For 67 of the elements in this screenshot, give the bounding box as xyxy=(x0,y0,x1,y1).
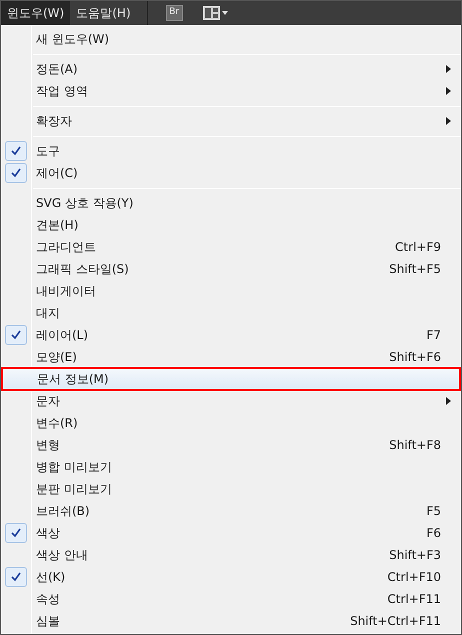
menu-item[interactable]: 제어(C) xyxy=(1,162,461,184)
menu-item[interactable]: 내비게이터 xyxy=(1,280,461,302)
menu-item[interactable]: 문서 정보(M) xyxy=(2,368,460,390)
menu-item-label: 문자 xyxy=(36,393,60,410)
menu-item-label: 모양(E) xyxy=(36,349,77,366)
menu-item[interactable]: 병합 미리보기 xyxy=(1,456,461,478)
menu-item[interactable]: 도구 xyxy=(1,140,461,162)
menu-item[interactable]: 브러쉬(B) F5 xyxy=(1,500,461,522)
menu-item-label: 병합 미리보기 xyxy=(36,459,112,476)
menu-item[interactable]: 속성 Ctrl+F11 xyxy=(1,588,461,610)
menu-bar-item[interactable]: 도움말(H) xyxy=(70,1,137,25)
menu-item[interactable]: 대지 xyxy=(1,302,461,324)
shortcut-label: Shift+F5 xyxy=(389,261,441,278)
shortcut-label: Shift+F8 xyxy=(389,437,441,454)
menu-item[interactable]: 그라디언트 Ctrl+F9 xyxy=(1,236,461,258)
shortcut-label: Shift+F3 xyxy=(389,547,441,564)
menu-item[interactable]: 색상 F6 xyxy=(1,522,461,544)
menu-item-label: 그라디언트 xyxy=(36,239,96,256)
menu-item-label: 변형 xyxy=(36,437,60,454)
menu-item[interactable]: 견본(H) xyxy=(1,214,461,236)
menu-item-label: 변수(R) xyxy=(36,415,78,432)
shortcut-label: Ctrl+F11 xyxy=(387,591,441,608)
shortcut-label: Shift+Ctrl+F11 xyxy=(350,613,441,630)
shortcut-label: F6 xyxy=(426,525,441,542)
menu-item-label: 작업 영역 xyxy=(36,83,88,100)
menu-bar-item[interactable]: 윈도우(W) xyxy=(1,1,70,25)
menu-item[interactable]: 심볼 Shift+Ctrl+F11 xyxy=(1,610,461,632)
menu-item-label: 확장자 xyxy=(36,113,72,130)
shortcut-label: Ctrl+F10 xyxy=(387,569,441,586)
menu-item-label: 내비게이터 xyxy=(36,283,96,300)
shortcut-label: F5 xyxy=(426,503,441,520)
menu-item-label: 정돈(A) xyxy=(36,61,78,78)
menu-item[interactable]: 변수(R) xyxy=(1,412,461,434)
shortcut-label: F7 xyxy=(426,327,441,344)
menu-item[interactable]: 정돈(A) xyxy=(1,58,461,80)
menu-item[interactable]: 선(K) Ctrl+F10 xyxy=(1,566,461,588)
menu-item-label: 대지 xyxy=(36,305,60,322)
menu-item-label: 그래픽 스타일(S) xyxy=(36,261,129,278)
menu-item[interactable]: 그래픽 스타일(S) Shift+F5 xyxy=(1,258,461,280)
menu-item-label: 분판 미리보기 xyxy=(36,481,112,498)
shortcut-label: Shift+F6 xyxy=(389,349,441,366)
menu-item-label: 새 윈도우(W) xyxy=(36,31,110,48)
bridge-button[interactable]: Br xyxy=(166,5,183,21)
menu-item-label: 색상 xyxy=(36,525,60,542)
menu-item-label: 제어(C) xyxy=(36,165,78,182)
menu-item[interactable]: SVG 상호 작용(Y) xyxy=(1,192,461,214)
menu-item-label: 견본(H) xyxy=(36,217,78,234)
menu-item-label: 도구 xyxy=(36,143,60,160)
menu-item[interactable]: 확장자 xyxy=(1,110,461,132)
menu-item-label: 속성 xyxy=(36,591,60,608)
menu-item-label: 심볼 xyxy=(36,613,60,630)
menu-item-label: SVG 상호 작용(Y) xyxy=(36,195,134,212)
menu-item-label: 문서 정보(M) xyxy=(37,371,109,388)
shortcut-label: Ctrl+F9 xyxy=(395,239,441,256)
menu-item[interactable]: 레이어(L) F7 xyxy=(1,324,461,346)
menu-item[interactable]: 새 윈도우(W) xyxy=(1,28,461,50)
menu-item-label: 선(K) xyxy=(36,569,66,586)
layout-dropdown-icon[interactable] xyxy=(202,6,229,20)
menu-item[interactable]: 색상 안내 Shift+F3 xyxy=(1,544,461,566)
menu-item-label: 색상 안내 xyxy=(36,547,88,564)
menu-item[interactable]: 문자 xyxy=(1,390,461,412)
menu-item-label: 브러쉬(B) xyxy=(36,503,90,520)
menu-item-label: 레이어(L) xyxy=(36,327,88,344)
menu-item[interactable]: 작업 영역 xyxy=(1,80,461,102)
menu-item[interactable]: 변형 Shift+F8 xyxy=(1,434,461,456)
menu-item[interactable]: 모양(E) Shift+F6 xyxy=(1,346,461,368)
menu-item[interactable]: 분판 미리보기 xyxy=(1,478,461,500)
